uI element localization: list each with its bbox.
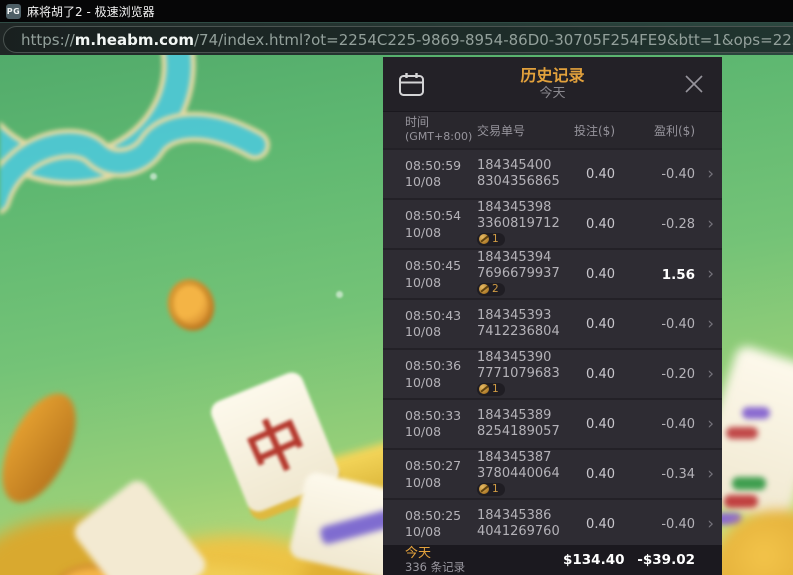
- game-viewport: 中 历史记录 今天 时间 (GMT+8:00) 交易单号 投注($) 盈利($)…: [0, 55, 793, 575]
- history-row[interactable]: 08:50:54 10/08 184345398 3360819712 1 0.40 -0.…: [383, 200, 722, 248]
- coin-icon: [479, 484, 489, 495]
- history-panel: 历史记录 今天 时间 (GMT+8:00) 交易单号 投注($) 盈利($) 0…: [383, 57, 722, 575]
- bonus-count: 1: [492, 382, 499, 395]
- footer-record-count: 336 条记录: [405, 559, 466, 574]
- column-bet: 投注($): [574, 123, 615, 138]
- chevron-right-icon: ›: [707, 264, 714, 285]
- panel-titles: 历史记录 今天: [520, 66, 584, 102]
- falling-coin-icon: [161, 273, 221, 337]
- row-bet: 0.40: [586, 217, 615, 233]
- row-time: 08:50:45 10/08: [405, 258, 462, 290]
- row-order-id: 184345390 7771079683 1: [477, 350, 560, 396]
- row-bet: 0.40: [586, 367, 615, 383]
- row-order-id: 184345394 7696679937 2: [477, 250, 560, 296]
- row-time: 08:50:33 10/08: [405, 407, 462, 439]
- tile-mark: [742, 407, 770, 419]
- tile-mark: [726, 427, 758, 439]
- column-profit: 盈利($): [654, 123, 695, 138]
- footer-label: 今天 336 条记录: [405, 545, 563, 574]
- row-time: 08:50:36 10/08: [405, 358, 462, 390]
- bonus-badge: 1: [477, 382, 505, 396]
- chevron-right-icon: ›: [707, 214, 714, 235]
- row-profit: -0.20: [661, 367, 695, 383]
- calendar-icon: [398, 72, 424, 96]
- chevron-right-icon: ›: [707, 413, 714, 434]
- bonus-count: 1: [492, 232, 499, 245]
- row-order-id: 184345389 8254189057: [477, 408, 560, 439]
- row-profit: -0.40: [661, 516, 695, 532]
- chevron-right-icon: ›: [707, 464, 714, 485]
- coin-icon: [479, 284, 489, 295]
- bonus-count: 1: [492, 482, 499, 495]
- row-time: 08:50:54 10/08: [405, 208, 462, 240]
- cloud-swirl-art: [0, 55, 270, 215]
- footer-today: 今天: [405, 545, 432, 561]
- row-time: 08:50:25 10/08: [405, 507, 462, 539]
- row-profit: -0.28: [661, 217, 695, 233]
- history-row[interactable]: 08:50:59 10/08 184345400 8304356865 0.40 -0.4…: [383, 150, 722, 198]
- bonus-badge: 2: [477, 282, 505, 296]
- coin-icon: [479, 234, 489, 245]
- row-time: 08:50:27 10/08: [405, 458, 462, 490]
- window-title: 麻将胡了2 - 极速浏览器: [27, 4, 155, 19]
- falling-coin-icon: [0, 382, 91, 514]
- browser-titlebar: PG 麻将胡了2 - 极速浏览器: [0, 0, 793, 22]
- row-bet: 0.40: [586, 267, 615, 283]
- url-input[interactable]: https://m.heabm.com/74/index.html?ot=225…: [3, 26, 793, 53]
- row-bet: 0.40: [586, 467, 615, 483]
- chevron-right-icon: ›: [707, 364, 714, 385]
- chevron-right-icon: ›: [707, 313, 714, 334]
- bonus-badge: 1: [477, 232, 505, 246]
- url-text: https://m.heabm.com/74/index.html?ot=225…: [21, 30, 793, 49]
- coin-icon: [479, 384, 489, 395]
- close-button[interactable]: [666, 57, 722, 111]
- row-profit: 1.56: [661, 266, 695, 283]
- row-bet: 0.40: [586, 516, 615, 532]
- site-favicon: PG: [6, 3, 21, 19]
- calendar-button[interactable]: [383, 57, 439, 111]
- panel-title: 历史记录: [520, 65, 585, 85]
- sparkle: [336, 291, 343, 298]
- chevron-right-icon: ›: [707, 163, 714, 184]
- bonus-badge: 1: [477, 482, 505, 496]
- tile-mark: [724, 495, 758, 508]
- footer-total-bet: $134.40: [563, 552, 625, 568]
- history-row[interactable]: 08:50:45 10/08 184345394 7696679937 2 0.40 1.5…: [383, 250, 722, 298]
- history-row[interactable]: 08:50:27 10/08 184345387 3780440064 1 0.40 -0.…: [383, 450, 722, 498]
- row-profit: -0.40: [661, 316, 695, 332]
- row-profit: -0.34: [661, 467, 695, 483]
- row-time: 08:50:43 10/08: [405, 307, 462, 339]
- row-bet: 0.40: [586, 316, 615, 332]
- sparkle: [150, 173, 157, 180]
- column-time: 时间 (GMT+8:00): [405, 115, 473, 143]
- row-order-id: 184345387 3780440064 1: [477, 450, 560, 496]
- bonus-count: 2: [492, 282, 499, 295]
- address-bar: https://m.heabm.com/74/index.html?ot=225…: [0, 22, 793, 55]
- row-order-id: 184345393 7412236804: [477, 308, 560, 339]
- history-row[interactable]: 08:50:43 10/08 184345393 7412236804 0.40 -0.4…: [383, 300, 722, 348]
- row-order-id: 184345398 3360819712 1: [477, 200, 560, 246]
- row-time: 08:50:59 10/08: [405, 157, 462, 189]
- row-profit: -0.40: [661, 166, 695, 182]
- tile-mark: [732, 477, 766, 490]
- history-row[interactable]: 08:50:25 10/08 184345386 4041269760 0.40 -0.4…: [383, 500, 722, 545]
- history-rows: 08:50:59 10/08 184345400 8304356865 0.40 -0.4…: [383, 148, 722, 545]
- table-column-headers: 时间 (GMT+8:00) 交易单号 投注($) 盈利($): [383, 112, 722, 148]
- history-row[interactable]: 08:50:33 10/08 184345389 8254189057 0.40 -0.4…: [383, 400, 722, 448]
- chevron-right-icon: ›: [707, 513, 714, 534]
- row-profit: -0.40: [661, 416, 695, 432]
- footer-total-profit: -$39.02: [637, 552, 695, 568]
- panel-subtitle: 今天: [539, 85, 566, 101]
- history-row[interactable]: 08:50:36 10/08 184345390 7771079683 1 0.40 -0.…: [383, 350, 722, 398]
- close-icon: [685, 75, 703, 93]
- row-bet: 0.40: [586, 416, 615, 432]
- row-order-id: 184345386 4041269760: [477, 508, 560, 539]
- column-order: 交易单号: [477, 123, 526, 138]
- row-order-id: 184345400 8304356865: [477, 158, 560, 189]
- history-footer: 今天 336 条记录 $134.40 -$39.02: [383, 545, 722, 575]
- history-panel-header: 历史记录 今天: [383, 57, 722, 112]
- row-bet: 0.40: [586, 166, 615, 182]
